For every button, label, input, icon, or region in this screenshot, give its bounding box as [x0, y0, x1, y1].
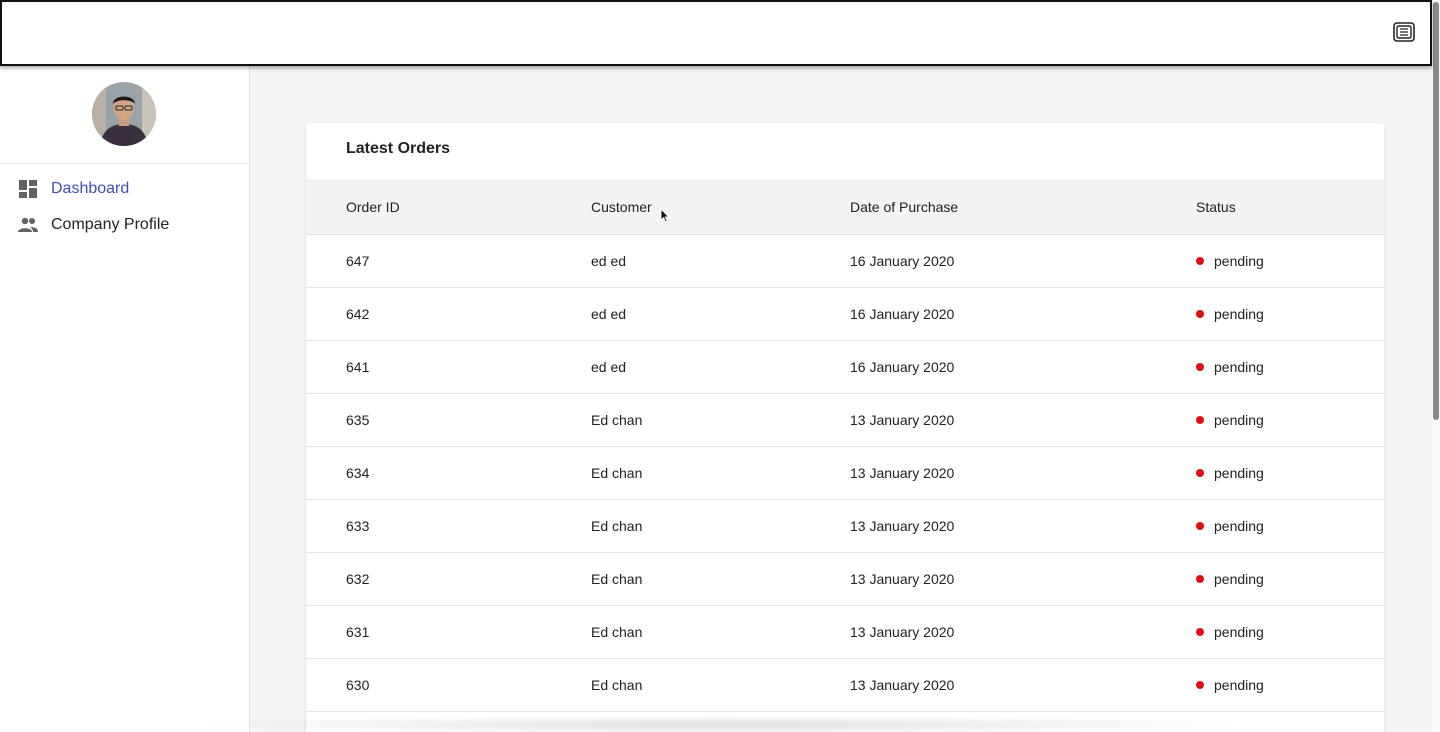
page-scrollbar-thumb[interactable] [1433, 2, 1439, 420]
order-id: 633 [346, 518, 370, 534]
table-header: Order ID Customer Date of Purchase Statu… [306, 179, 1384, 235]
window-toggle-icon[interactable] [1392, 20, 1416, 44]
status-dot-icon [1196, 416, 1204, 424]
card-title: Latest Orders [346, 140, 451, 157]
customer-name: ed ed [591, 306, 627, 322]
status-dot-icon [1196, 257, 1204, 265]
status-dot-icon [1196, 681, 1204, 689]
customer-name: Ed chan [591, 624, 643, 640]
customer-name: ed ed [591, 253, 627, 269]
status-cell: pending [1196, 306, 1264, 322]
latest-orders-card: Latest Orders Order ID Customer Date of … [306, 123, 1384, 732]
customer-name: Ed chan [591, 571, 643, 587]
status-cell: pending [1196, 359, 1264, 375]
purchase-date: 13 January 2020 [850, 571, 955, 587]
order-id: 642 [346, 306, 370, 322]
table-row[interactable]: 647 ed ed 16 January 2020 pending [306, 235, 1384, 288]
sidebar-item-label: Dashboard [51, 180, 130, 197]
status-dot-icon [1196, 310, 1204, 318]
status-dot-icon [1196, 363, 1204, 371]
bottom-fade [180, 715, 1260, 732]
status-text: pending [1214, 412, 1264, 428]
purchase-date: 13 January 2020 [850, 624, 955, 640]
dashboard-icon [18, 179, 38, 199]
order-id: 635 [346, 412, 370, 428]
customer-name: ed ed [591, 359, 627, 375]
order-id: 634 [346, 465, 370, 481]
table-row[interactable]: 634 Ed chan 13 January 2020 pending [306, 447, 1384, 500]
sidebar-profile [0, 66, 249, 164]
sidebar-item-label: Company Profile [51, 216, 170, 233]
status-cell: pending [1196, 518, 1264, 534]
sidebar-item-company-profile[interactable]: Company Profile [0, 207, 249, 243]
status-cell: pending [1196, 624, 1264, 640]
purchase-date: 16 January 2020 [850, 253, 955, 269]
column-header-status[interactable]: Status [1196, 199, 1236, 215]
order-id: 630 [346, 677, 370, 693]
customer-name: Ed chan [591, 677, 643, 693]
status-cell: pending [1196, 677, 1264, 693]
status-cell: pending [1196, 465, 1264, 481]
status-text: pending [1214, 624, 1264, 640]
status-dot-icon [1196, 628, 1204, 636]
sidebar: Dashboard Company Profile [0, 66, 250, 732]
status-text: pending [1214, 571, 1264, 587]
customer-name: Ed chan [591, 518, 643, 534]
customer-name: Ed chan [591, 465, 643, 481]
status-cell: pending [1196, 571, 1264, 587]
top-app-bar [0, 0, 1432, 66]
table-body: 647 ed ed 16 January 2020 pending 642 ed… [306, 235, 1384, 712]
table-row[interactable]: 635 Ed chan 13 January 2020 pending [306, 394, 1384, 447]
order-id: 631 [346, 624, 370, 640]
status-text: pending [1214, 677, 1264, 693]
status-text: pending [1214, 359, 1264, 375]
order-id: 632 [346, 571, 370, 587]
status-dot-icon [1196, 469, 1204, 477]
column-header-date[interactable]: Date of Purchase [850, 199, 958, 215]
status-cell: pending [1196, 412, 1264, 428]
status-cell: pending [1196, 253, 1264, 269]
status-text: pending [1214, 253, 1264, 269]
table-row[interactable]: 630 Ed chan 13 January 2020 pending [306, 659, 1384, 712]
column-header-customer[interactable]: Customer [591, 199, 652, 215]
status-text: pending [1214, 518, 1264, 534]
order-id: 641 [346, 359, 370, 375]
mouse-cursor-icon [660, 207, 670, 223]
purchase-date: 13 January 2020 [850, 677, 955, 693]
table-row[interactable]: 631 Ed chan 13 January 2020 pending [306, 606, 1384, 659]
table-row[interactable]: 641 ed ed 16 January 2020 pending [306, 341, 1384, 394]
table-row[interactable]: 632 Ed chan 13 January 2020 pending [306, 553, 1384, 606]
table-row[interactable]: 642 ed ed 16 January 2020 pending [306, 288, 1384, 341]
page-scrollbar[interactable] [1432, 0, 1440, 732]
purchase-date: 13 January 2020 [850, 412, 955, 428]
user-avatar[interactable] [92, 82, 156, 146]
purchase-date: 13 January 2020 [850, 465, 955, 481]
order-id: 647 [346, 253, 370, 269]
status-text: pending [1214, 306, 1264, 322]
column-header-order-id[interactable]: Order ID [346, 199, 400, 215]
customer-name: Ed chan [591, 412, 643, 428]
status-text: pending [1214, 465, 1264, 481]
purchase-date: 16 January 2020 [850, 359, 955, 375]
status-dot-icon [1196, 522, 1204, 530]
purchase-date: 13 January 2020 [850, 518, 955, 534]
status-dot-icon [1196, 575, 1204, 583]
sidebar-item-dashboard[interactable]: Dashboard [0, 171, 249, 207]
people-icon [18, 215, 38, 235]
table-row[interactable]: 633 Ed chan 13 January 2020 pending [306, 500, 1384, 553]
purchase-date: 16 January 2020 [850, 306, 955, 322]
